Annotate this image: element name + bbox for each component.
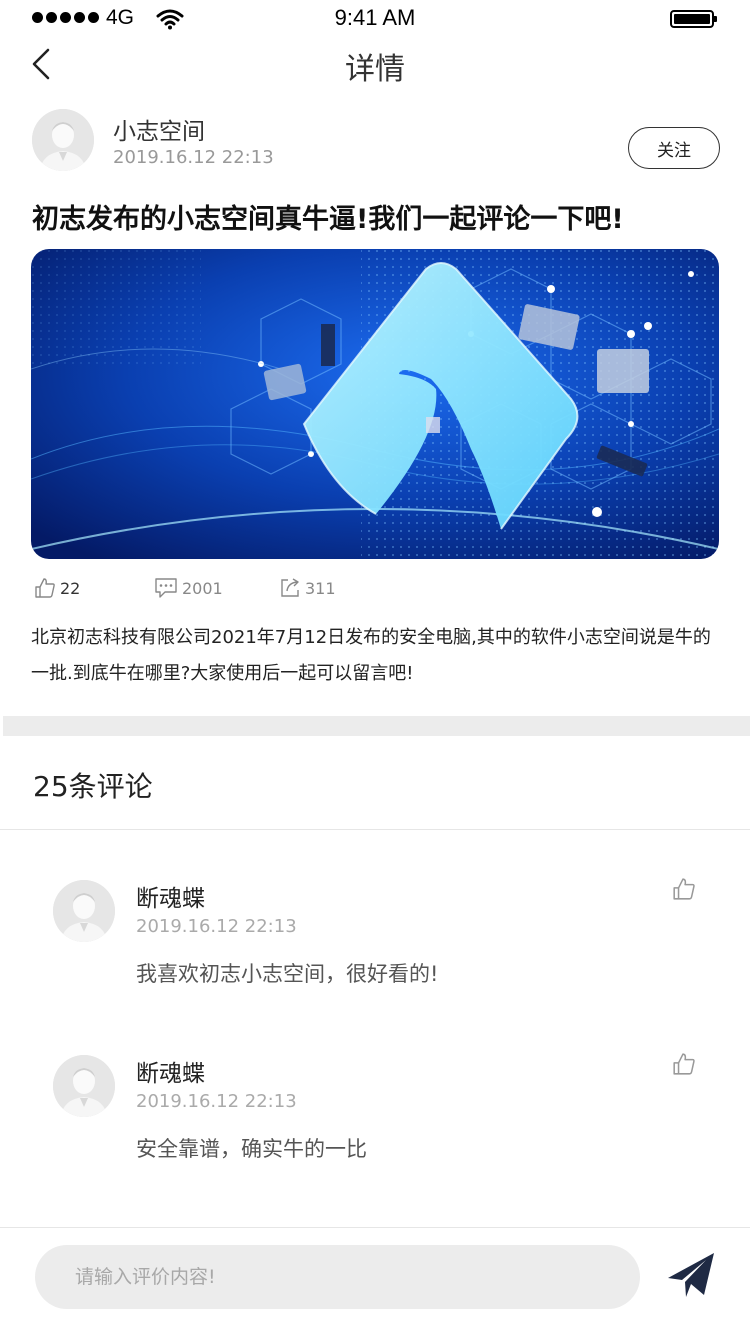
section-divider [3, 716, 750, 736]
thumbs-up-icon[interactable] [672, 1052, 696, 1076]
comment-text: 我喜欢初志小志空间，很好看的! [136, 962, 439, 986]
post-timestamp: 2019.16.12 22:13 [113, 147, 274, 168]
post-title: 初志发布的小志空间真牛逼!我们一起评论一下吧! [32, 204, 624, 235]
person-icon [53, 880, 115, 942]
share-icon [281, 578, 299, 597]
comment-action[interactable]: 2001 [154, 574, 223, 602]
person-icon [53, 1055, 115, 1117]
follow-button[interactable]: 关注 [628, 127, 720, 169]
brand-logo-illustration [31, 249, 719, 559]
comment-author[interactable]: 断魂蝶 [136, 1054, 205, 1088]
comment-count-title: 25条评论 [33, 770, 153, 803]
comment-count: 2001 [182, 578, 223, 598]
share-count: 311 [305, 578, 336, 598]
comment-avatar[interactable] [53, 1055, 115, 1117]
comment-timestamp: 2019.16.12 22:13 [136, 1091, 297, 1112]
clock: 9:41 AM [334, 5, 416, 30]
divider [0, 829, 750, 830]
like-action[interactable]: 22 [34, 574, 80, 602]
battery-icon [670, 10, 717, 28]
thumbs-up-icon [35, 578, 55, 598]
comment-avatar[interactable] [53, 880, 115, 942]
like-count: 22 [60, 578, 81, 598]
thumbs-up-icon[interactable] [672, 877, 696, 901]
person-icon [32, 109, 94, 171]
comment-input[interactable] [35, 1245, 640, 1309]
author-name[interactable]: 小志空间 [113, 112, 205, 146]
comment-text: 安全靠谱，确实牛的一比 [136, 1137, 367, 1161]
status-bar: 4G 9:41 AM [0, 0, 750, 40]
comment-icon [155, 578, 177, 598]
comment-author[interactable]: 断魂蝶 [136, 879, 205, 913]
comment-timestamp: 2019.16.12 22:13 [136, 916, 297, 937]
compose-divider [0, 1227, 750, 1228]
share-action[interactable]: 311 [279, 574, 336, 602]
page-title: 详情 [345, 52, 405, 87]
send-icon[interactable] [666, 1250, 716, 1300]
post-cover-image[interactable] [31, 249, 719, 559]
author-avatar[interactable] [32, 109, 94, 171]
post-body: 北京初志科技有限公司2021年7月12日发布的安全电脑,其中的软件小志空间说是牛… [31, 627, 711, 684]
